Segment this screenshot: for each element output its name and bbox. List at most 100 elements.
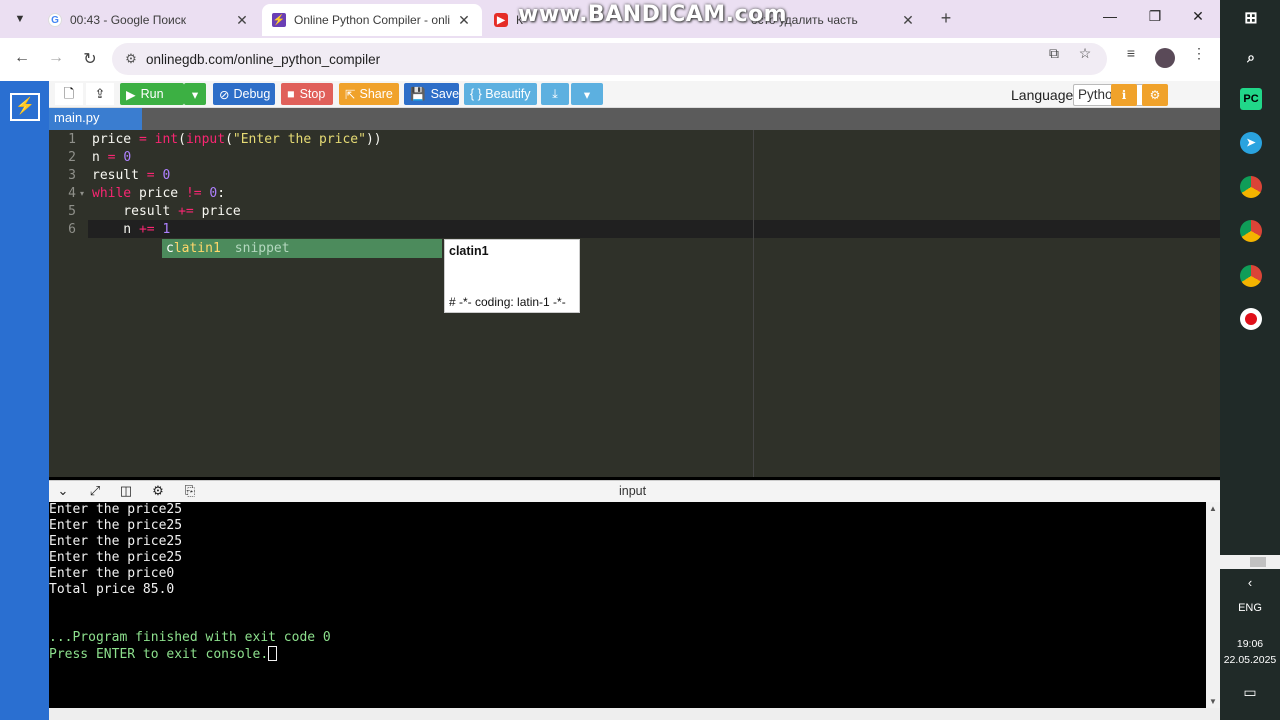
pycharm-icon[interactable]: PC [1240,88,1262,110]
console-line: Enter the price0 [49,566,175,581]
windows-start-icon[interactable]: ⊞ [1240,8,1262,30]
scroll-thumb[interactable] [1250,557,1266,567]
expand-icon[interactable]: ⤢ [85,483,105,499]
code-line-5: result += price [92,204,241,219]
close-window-icon[interactable]: ✕ [1188,8,1208,25]
layout-icon[interactable]: ◫ [116,483,136,499]
onlinegdb-logo-icon[interactable]: ⚡ [10,93,40,121]
close-icon[interactable]: ✕ [900,12,916,29]
share-label: Share [359,87,393,101]
download-options-button[interactable]: ▾ [571,83,603,105]
tab-search-chevron-icon[interactable]: ▼ [10,9,30,29]
run-options-button[interactable]: ▾ [184,83,206,105]
language-label: Language [1011,87,1074,103]
console-scrollbar[interactable]: ▲ ▼ [1206,502,1220,708]
autocomplete-item[interactable]: clatin1 snippet [162,239,442,258]
bookmark-star-icon[interactable]: ☆ [1074,45,1096,62]
clock-time[interactable]: 19:06 [1220,638,1280,650]
debug-icon: ⊘ [219,87,230,102]
windows-taskbar: ⊞ ⌕ PC ➤ ‹ ENG 19:06 22.05.2025 ▭ [1220,0,1280,720]
file-tabs: main.py [49,108,1220,130]
save-button[interactable]: 💾 Save [404,83,459,105]
console-line: Enter the price25 [49,502,183,517]
share-button[interactable]: ⇱ Share [339,83,399,105]
autocomplete-match: latin1 [173,241,221,256]
line-number: 6 [68,222,76,237]
caret-down-icon: ▾ [583,87,591,102]
collapse-chevron-icon[interactable]: ⌄ [53,483,73,499]
google-icon: G [48,13,62,27]
clear-console-icon[interactable]: ⎘ [180,483,200,499]
autocomplete-prefix: c [166,241,174,256]
code-editor[interactable]: 1 2 3 4 ▾ 5 6 price = int(input("Enter t… [49,130,1220,477]
media-controls-icon[interactable]: ≡ [1120,45,1142,61]
bandicam-watermark: www.BANDICAM.com [518,2,788,27]
download-icon: ⤓ [552,86,558,101]
site-info-icon[interactable]: ⚙ [116,51,146,67]
share-icon: ⇱ [345,87,356,102]
translate-icon[interactable]: ⧉ [1043,45,1065,62]
stop-icon: ■ [287,87,295,101]
doc-body: # -*- coding: latin-1 -*- [449,295,566,309]
info-button[interactable]: ℹ [1111,84,1137,106]
line-number: 1 [68,132,76,147]
line-number: 2 [68,150,76,165]
forward-icon[interactable]: → [46,49,66,67]
run-button[interactable]: ▶ Run [120,83,184,105]
console-line: Enter the price25 [49,550,183,565]
fold-arrow-icon[interactable]: ▾ [80,189,84,198]
scroll-down-icon[interactable]: ▼ [1206,697,1220,706]
autocomplete-meta: snippet [234,241,290,256]
console-output[interactable]: Enter the price25 Enter the price25 Ente… [49,502,1206,708]
omnibox[interactable]: ⚙ onlinegdb.com/online_python_compiler [112,43,1107,75]
gear-icon[interactable]: ⚙ [148,483,168,499]
horizontal-scrollbar[interactable] [1220,555,1280,569]
new-file-icon[interactable]: 🗋 [55,83,83,105]
save-icon: 💾 [410,86,426,101]
tab-title: 00:43 - Google Поиск [70,13,186,27]
chrome-active-icon[interactable] [1240,265,1262,287]
youtube-icon: ▶ [494,13,508,27]
language-indicator[interactable]: ENG [1220,602,1280,614]
download-button[interactable]: ⤓ [541,83,569,105]
stop-button[interactable]: ■ Stop [281,83,333,105]
save-label: Save [430,87,460,101]
address-bar-row: ← → ↻ ⚙ onlinegdb.com/online_python_comp… [0,38,1220,81]
beautify-button[interactable]: { } Beautify [464,83,537,105]
console-line: Total price 85.0 [49,582,175,597]
tab-online-python-compiler[interactable]: ⚡ Online Python Compiler - online ✕ [262,4,482,36]
gdb-sidebar: ⚡ [0,81,49,720]
debug-label: Debug [233,87,271,101]
profile-avatar[interactable] [1155,48,1175,68]
back-icon[interactable]: ← [12,49,32,67]
reload-icon[interactable]: ↻ [80,49,100,69]
console-line: Enter the price25 [49,534,183,549]
code-line-6: n += 1 [92,222,171,237]
notification-icon[interactable]: ▭ [1220,684,1280,701]
new-tab-button[interactable]: + [935,8,957,29]
doc-title: clatin1 [449,244,489,258]
tab-google-search[interactable]: G 00:43 - Google Поиск ✕ [38,4,260,36]
debug-button[interactable]: ⊘ Debug [213,83,275,105]
search-icon[interactable]: ⌕ [1240,46,1262,68]
code-line-3: result = 0 [92,168,171,183]
bandicam-record-icon[interactable] [1240,308,1262,330]
minimize-icon[interactable]: — [1100,8,1120,24]
chrome-icon[interactable] [1240,176,1262,198]
more-menu-icon[interactable]: ⋮ [1188,45,1210,62]
file-tab-main-py[interactable]: main.py [49,108,142,130]
restore-icon[interactable]: ❐ [1145,8,1165,25]
close-icon[interactable]: ✕ [456,12,472,29]
settings-button[interactable]: ⚙ [1142,84,1168,106]
close-icon[interactable]: ✕ [234,12,250,29]
url-text[interactable]: onlinegdb.com/online_python_compiler [146,52,380,67]
scroll-up-icon[interactable]: ▲ [1206,504,1220,513]
print-margin [753,130,754,477]
console-prompt-text: Press ENTER to exit console. [49,647,269,662]
chrome-profile-icon[interactable] [1240,220,1262,242]
tray-chevron-icon[interactable]: ‹ [1220,575,1280,590]
upload-icon[interactable]: ⇪ [86,83,114,105]
telegram-icon[interactable]: ➤ [1240,132,1262,154]
clock-date[interactable]: 22.05.2025 [1220,654,1280,666]
onlinegdb-icon: ⚡ [272,13,286,27]
